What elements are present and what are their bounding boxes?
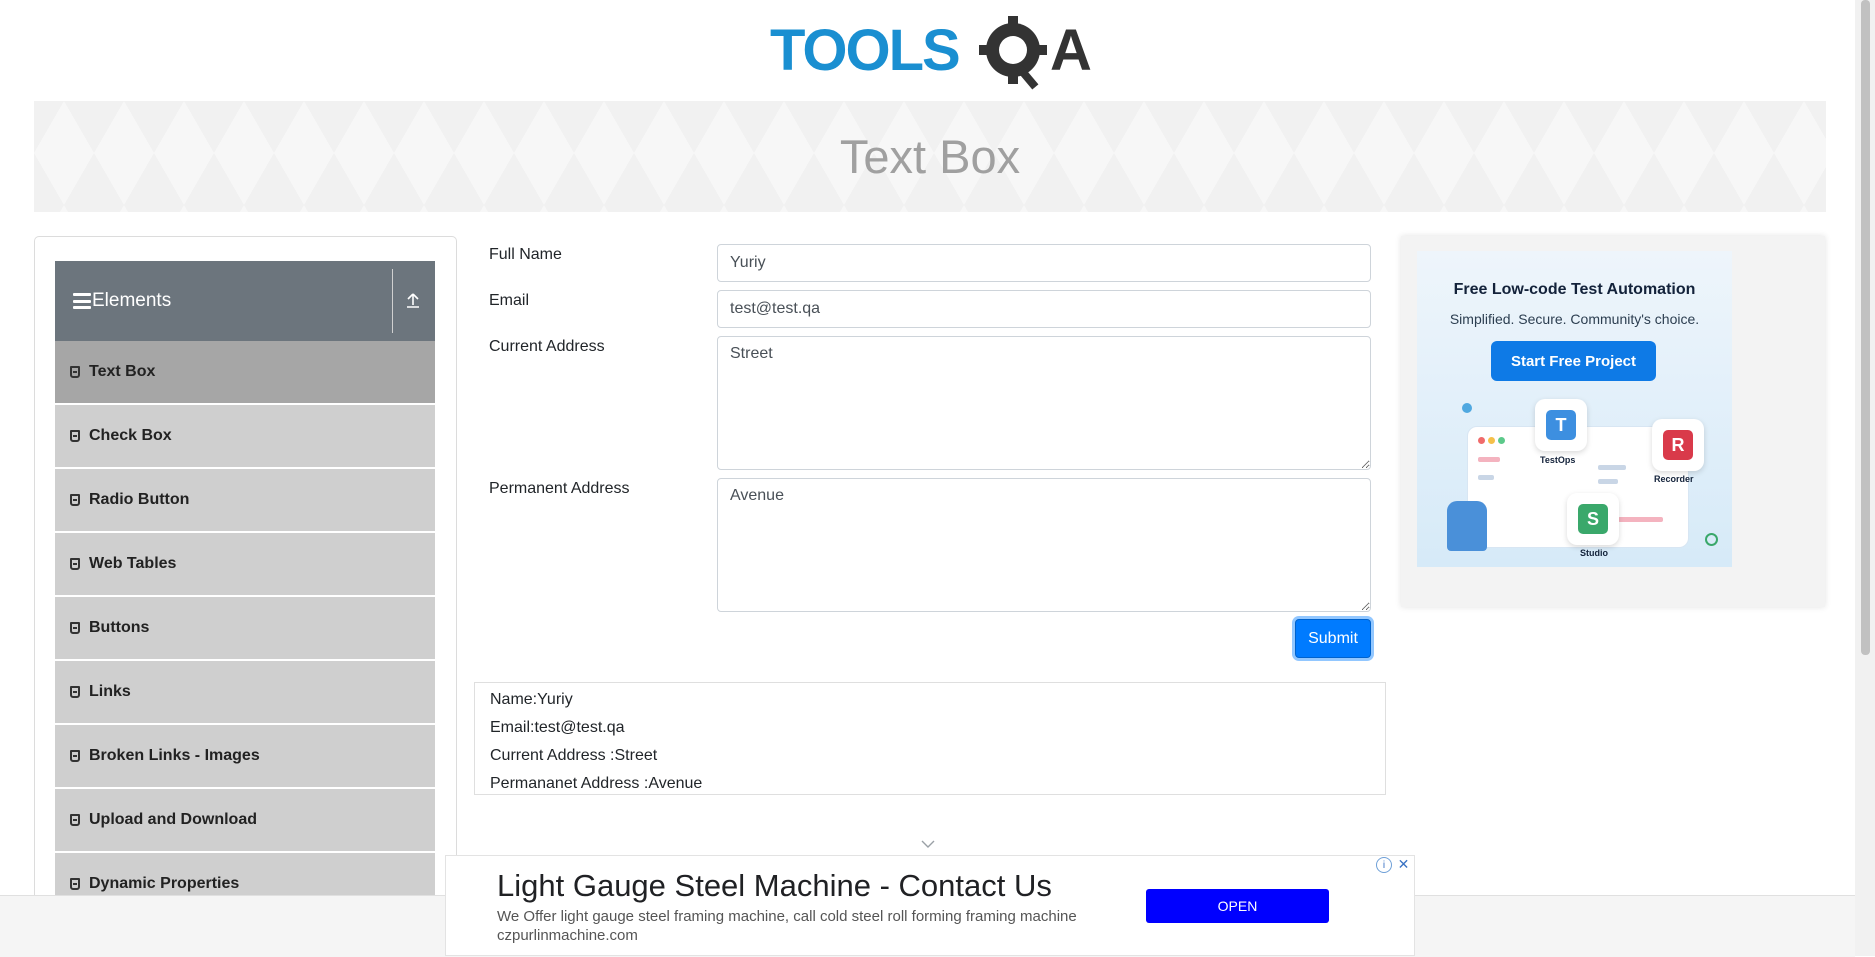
sidebar-item-text-box[interactable]: Text Box [55, 341, 435, 405]
sidebar-group-title: Elements [92, 290, 172, 311]
current-address-textarea[interactable]: Street [717, 336, 1371, 470]
output-name: Name:Yuriy [490, 691, 573, 708]
page-header-banner: Text Box [34, 101, 1826, 212]
output-panel: Name:Yuriy Email:test@test.qa Current Ad… [474, 682, 1386, 795]
sidebar-item-check-box[interactable]: Check Box [55, 405, 435, 469]
testops-tile-icon: T [1535, 399, 1587, 451]
ad-info-icon[interactable]: i [1376, 857, 1392, 873]
sidebar-item-label: Check Box [89, 427, 172, 444]
html5-icon [70, 430, 80, 442]
html5-icon [70, 622, 80, 634]
sidebar-item-label: Upload and Download [89, 811, 257, 828]
logo-image: TOOLS A [770, 16, 1092, 90]
chevron-down-icon[interactable] [921, 836, 935, 852]
header-divider [392, 269, 393, 333]
logo-text-tools: TOOLS [770, 18, 959, 83]
html5-icon [70, 366, 80, 378]
illustration-bar [1598, 465, 1626, 470]
html5-icon [70, 814, 80, 826]
illustration-bar [1478, 457, 1500, 462]
decor-dot [1462, 403, 1472, 413]
side-ad[interactable]: Free Low-code Test Automation Simplified… [1417, 251, 1732, 567]
side-ad-title: Free Low-code Test Automation [1453, 281, 1696, 298]
bottom-ad-headline[interactable]: Light Gauge Steel Machine - Contact Us [497, 868, 1052, 904]
gear-icon [979, 16, 1047, 90]
output-permanent-address: Permananet Address :Avenue [490, 775, 703, 792]
illustration-bar [1478, 475, 1494, 480]
sidebar-item-radio-button[interactable]: Radio Button [55, 469, 435, 533]
html5-icon [70, 494, 80, 506]
window-dot-green [1498, 437, 1505, 444]
email-label: Email [489, 292, 530, 309]
recorder-tile-icon: R [1652, 419, 1704, 471]
logo-text-a: A [1050, 18, 1092, 83]
bottom-ad-open-button[interactable]: OPEN [1146, 889, 1329, 923]
studio-label: Studio [1580, 548, 1608, 558]
sidebar-item-label: Text Box [89, 363, 156, 380]
output-email: Email:test@test.qa [490, 719, 625, 736]
bottom-ad[interactable]: Light Gauge Steel Machine - Contact Us W… [445, 855, 1415, 956]
sidebar-item-label: Buttons [89, 619, 150, 636]
window-dot-yellow [1488, 437, 1495, 444]
sidebar-group-elements[interactable]: Elements [55, 261, 435, 341]
bottom-ad-description: We Offer light gauge steel framing machi… [497, 908, 1077, 925]
sidebar-item-label: Radio Button [89, 491, 190, 508]
sidebar-menu: Text Box Check Box Radio Button Web Tabl… [55, 341, 435, 917]
email-input[interactable] [717, 290, 1371, 328]
sidebar-item-buttons[interactable]: Buttons [55, 597, 435, 661]
testops-label: TestOps [1540, 455, 1576, 465]
sidebar-item-label: Web Tables [89, 555, 177, 572]
studio-tile-icon: S [1567, 493, 1619, 545]
submit-button[interactable]: Submit [1295, 619, 1371, 658]
bottom-ad-domain: czpurlinmachine.com [497, 927, 638, 944]
sidebar-item-upload-download[interactable]: Upload and Download [55, 789, 435, 853]
html5-icon [70, 558, 80, 570]
scrollbar-thumb[interactable] [1861, 0, 1870, 655]
robot-arm-icon [1447, 501, 1487, 551]
html5-icon [70, 686, 80, 698]
sidebar-item-label: Broken Links - Images [89, 747, 260, 764]
sidebar-item-label: Links [89, 683, 131, 700]
html5-icon [70, 878, 80, 890]
sidebar-item-web-tables[interactable]: Web Tables [55, 533, 435, 597]
window-dot-red [1478, 437, 1485, 444]
sidebar-item-broken-links[interactable]: Broken Links - Images [55, 725, 435, 789]
close-icon[interactable]: ✕ [1396, 857, 1411, 872]
full-name-label: Full Name [489, 246, 562, 263]
current-address-label: Current Address [489, 338, 605, 355]
sidebar-item-label: Dynamic Properties [89, 875, 240, 892]
collapse-arrow-icon[interactable] [400, 287, 426, 313]
decor-ring [1705, 533, 1718, 546]
illustration-bar [1618, 517, 1663, 522]
hamburger-icon [73, 293, 91, 309]
sidebar-item-links[interactable]: Links [55, 661, 435, 725]
recorder-label: Recorder [1654, 474, 1694, 484]
illustration-bar [1598, 479, 1618, 484]
html5-icon [70, 750, 80, 762]
side-ad-subtitle: Simplified. Secure. Community's choice. [1449, 311, 1700, 327]
page-title: Text Box [839, 130, 1021, 183]
permanent-address-label: Permanent Address [489, 480, 630, 497]
output-current-address: Current Address :Street [490, 747, 658, 764]
permanent-address-textarea[interactable]: Avenue [717, 478, 1371, 612]
full-name-input[interactable] [717, 244, 1371, 282]
toolsqa-logo[interactable]: TOOLS A [770, 15, 1095, 90]
start-free-project-button[interactable]: Start Free Project [1491, 341, 1656, 381]
